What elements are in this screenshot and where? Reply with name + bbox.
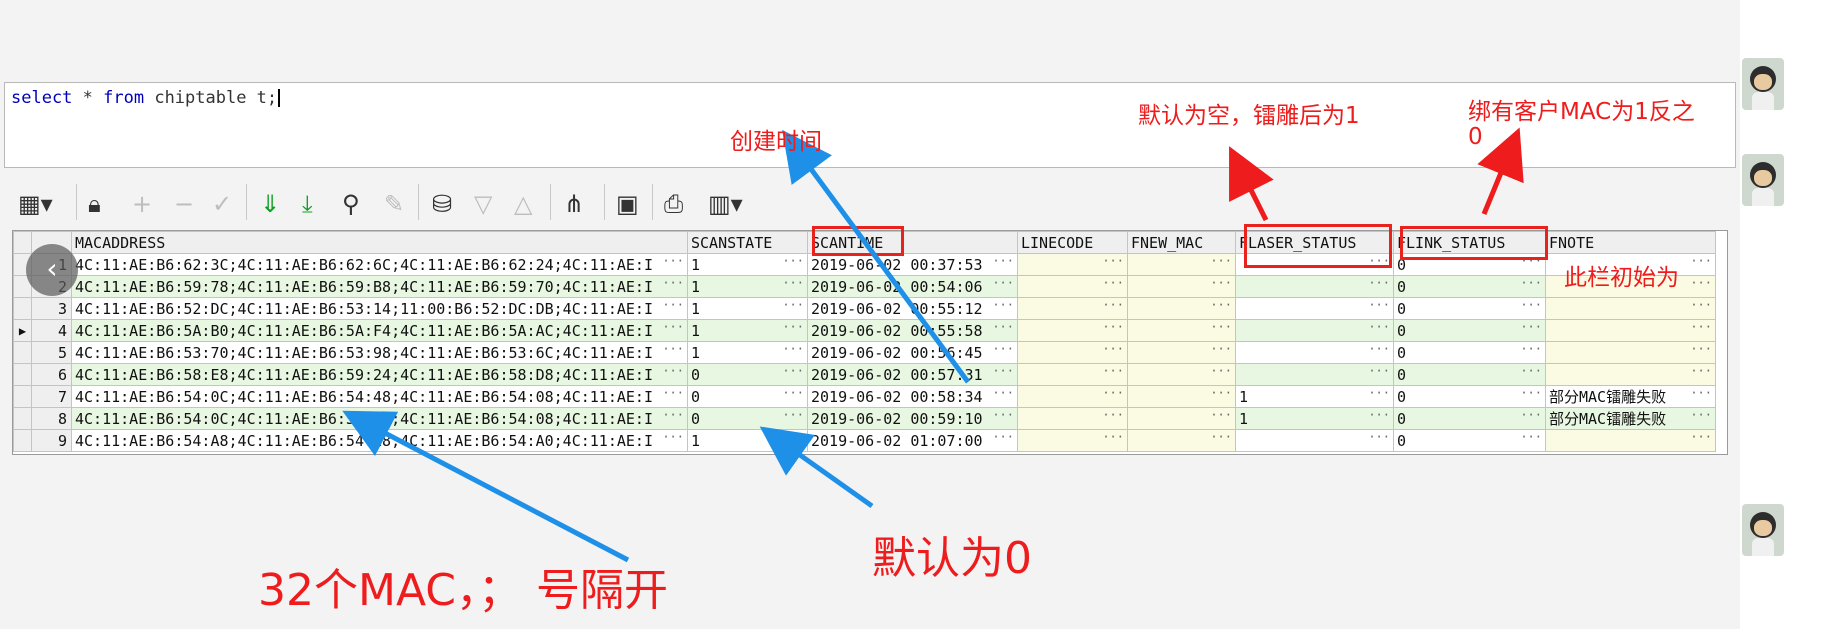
link-arrow — [1477, 127, 1524, 215]
fnote-initial-note: 此栏初始为 — [1564, 265, 1679, 291]
laser-arrow — [1229, 146, 1274, 222]
created-time-note: 创建时间 — [730, 129, 822, 155]
mac-arrow — [342, 410, 630, 563]
scanstate-arrow — [759, 426, 874, 509]
link-default-note-line1: 绑有客户MAC为1反之 — [1468, 99, 1695, 125]
laser-default-note: 默认为空，镭雕后为1 — [1138, 103, 1360, 129]
link-default-note-line2: 0 — [1468, 124, 1483, 150]
mac-count-note: 32个MAC，； 号隔开 — [258, 565, 668, 616]
default-zero-note: 默认为0 — [872, 533, 1032, 584]
scantime-arrow — [782, 129, 971, 384]
